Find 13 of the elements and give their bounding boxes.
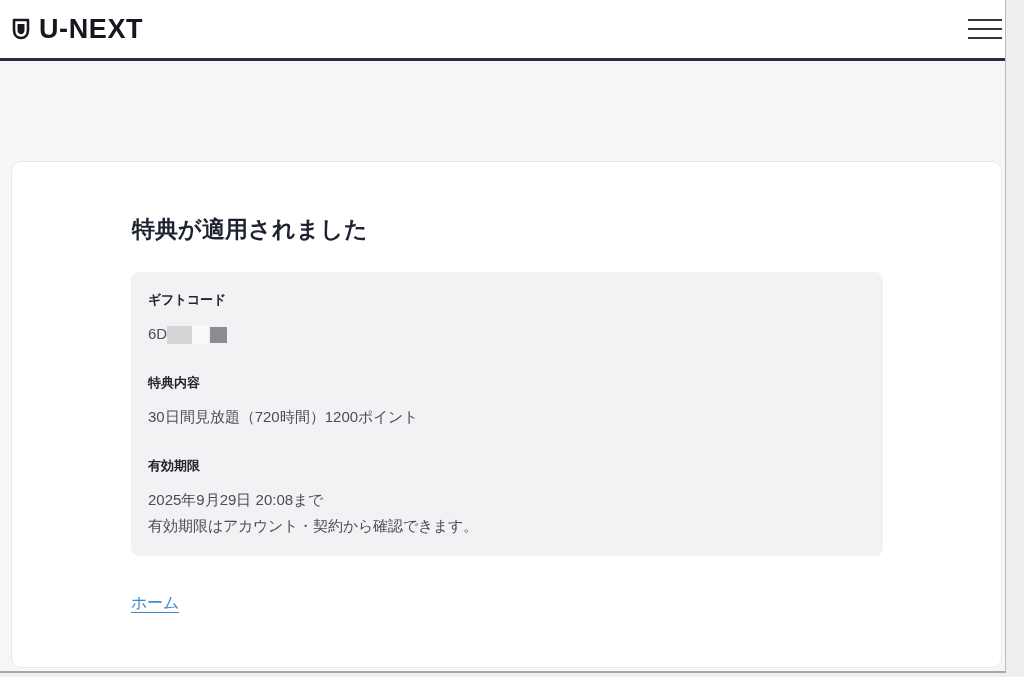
home-link[interactable]: ホーム — [131, 592, 179, 614]
field-value: 6D — [148, 324, 168, 344]
field-value: 2025年9月29日 20:08まで — [148, 490, 324, 510]
field-value: 30日間見放題（720時間）1200ポイント — [148, 407, 419, 427]
menu-icon — [968, 19, 1002, 39]
page-title: 特典が適用されました — [132, 215, 368, 244]
shield-logo-icon — [12, 18, 30, 40]
menu-button[interactable] — [968, 19, 1002, 39]
field-label: 有効期限 — [148, 457, 200, 475]
field-label: ギフトコード — [148, 291, 226, 309]
logo-wordmark[interactable]: U-NEXT — [39, 14, 144, 44]
field-value: 有効期限はアカウント・契約から確認できます。 — [148, 516, 478, 536]
field-label: 特典内容 — [148, 374, 200, 392]
